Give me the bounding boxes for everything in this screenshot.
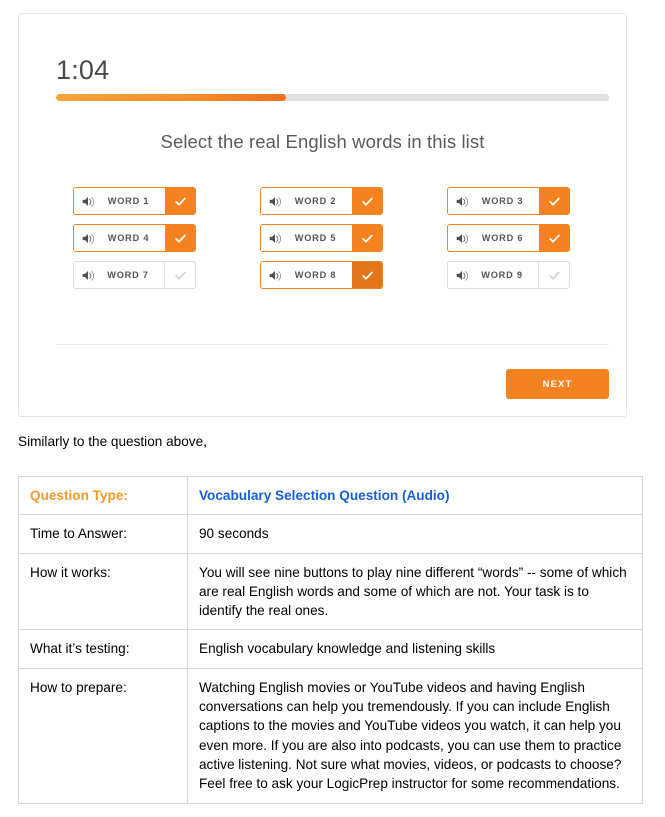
table-row-key: What it’s testing: <box>18 629 188 669</box>
check-icon <box>174 269 187 282</box>
table-row: What it’s testing: English vocabulary kno… <box>18 629 643 669</box>
word-select-checkbox[interactable] <box>352 225 382 251</box>
speaker-icon[interactable] <box>269 269 283 282</box>
word-button[interactable]: WORD 4 <box>73 224 196 252</box>
check-icon <box>548 195 561 208</box>
word-button[interactable]: WORD 5 <box>260 224 383 252</box>
word-play-area[interactable]: WORD 5 <box>261 225 352 251</box>
question-prompt: Select the real English words in this li… <box>160 131 485 152</box>
table-row: Time to Answer: 90 seconds <box>18 514 643 554</box>
table-row-value: English vocabulary knowledge and listeni… <box>187 629 643 669</box>
check-icon <box>361 232 374 245</box>
word-label: WORD 2 <box>294 196 337 206</box>
section-caption: Similarly to the question above, <box>18 434 207 449</box>
word-label: WORD 3 <box>481 196 524 206</box>
speaker-icon[interactable] <box>82 269 96 282</box>
table-row-value: 90 seconds <box>187 514 643 554</box>
word-select-checkbox[interactable] <box>539 188 569 214</box>
word-label: WORD 1 <box>107 196 150 206</box>
table-row-key: Question Type: <box>18 475 188 516</box>
word-button[interactable]: WORD 7 <box>73 261 196 289</box>
word-label: WORD 7 <box>107 270 149 280</box>
check-icon <box>361 195 374 208</box>
word-button-grid: WORD 1 WORD 2 WORD 3 WORD 4 WORD 5 WORD 6 WORD… <box>73 187 573 289</box>
check-icon <box>361 269 374 282</box>
word-select-checkbox[interactable] <box>164 262 195 288</box>
word-button[interactable]: WORD 8 <box>260 261 383 289</box>
table-row-key: Time to Answer: <box>18 514 188 554</box>
next-button[interactable]: NEXT <box>506 369 609 399</box>
word-button[interactable]: WORD 1 <box>73 187 196 215</box>
speaker-icon[interactable] <box>456 232 470 245</box>
word-play-area[interactable]: WORD 9 <box>448 262 538 288</box>
word-select-checkbox[interactable] <box>538 262 569 288</box>
speaker-icon[interactable] <box>269 232 283 245</box>
speaker-icon[interactable] <box>456 195 470 208</box>
table-row: How to prepare: Watching English movies o… <box>18 667 643 804</box>
word-label: WORD 9 <box>481 270 523 280</box>
check-icon <box>548 269 561 282</box>
card-divider <box>56 344 609 345</box>
word-button[interactable]: WORD 2 <box>260 187 383 215</box>
countdown-timer: 1:04 <box>56 55 110 85</box>
word-play-area[interactable]: WORD 6 <box>448 225 539 251</box>
word-label: WORD 5 <box>294 233 337 243</box>
word-select-checkbox[interactable] <box>352 188 382 214</box>
word-play-area[interactable]: WORD 3 <box>448 188 539 214</box>
speaker-icon[interactable] <box>82 232 96 245</box>
table-row-key: How it works: <box>18 552 188 631</box>
word-button[interactable]: WORD 3 <box>447 187 570 215</box>
check-icon <box>174 195 187 208</box>
table-row: How it works: You will see nine buttons t… <box>18 552 643 631</box>
word-play-area[interactable]: WORD 2 <box>261 188 352 214</box>
table-row: Question Type: Vocabulary Selection Quest… <box>18 475 643 516</box>
word-select-checkbox[interactable] <box>539 225 569 251</box>
quiz-card: 1:04 Select the real English words in th… <box>18 13 627 417</box>
word-play-area[interactable]: WORD 8 <box>261 262 352 288</box>
word-select-checkbox[interactable] <box>165 188 195 214</box>
check-icon <box>174 232 187 245</box>
table-row-value: Watching English movies or YouTube video… <box>187 667 643 804</box>
word-play-area[interactable]: WORD 7 <box>74 262 164 288</box>
word-button[interactable]: WORD 6 <box>447 224 570 252</box>
speaker-icon[interactable] <box>82 195 96 208</box>
word-play-area[interactable]: WORD 1 <box>74 188 165 214</box>
question-info-table-body: Question Type: Vocabulary Selection Quest… <box>18 475 643 804</box>
word-label: WORD 8 <box>294 270 337 280</box>
word-play-area[interactable]: WORD 4 <box>74 225 165 251</box>
progress-bar-fill <box>56 94 287 101</box>
word-select-checkbox[interactable] <box>165 225 195 251</box>
check-icon <box>548 232 561 245</box>
word-label: WORD 4 <box>107 233 150 243</box>
table-row-value: You will see nine buttons to play nine d… <box>187 552 643 631</box>
table-row-value[interactable]: Vocabulary Selection Question (Audio) <box>187 475 643 516</box>
table-row-key: How to prepare: <box>18 667 188 804</box>
word-select-checkbox[interactable] <box>352 262 382 288</box>
progress-bar-track <box>56 94 609 101</box>
question-info-table: Question Type: Vocabulary Selection Quest… <box>18 475 643 804</box>
speaker-icon[interactable] <box>269 195 283 208</box>
word-label: WORD 6 <box>481 233 524 243</box>
speaker-icon[interactable] <box>456 269 470 282</box>
word-button[interactable]: WORD 9 <box>447 261 570 289</box>
